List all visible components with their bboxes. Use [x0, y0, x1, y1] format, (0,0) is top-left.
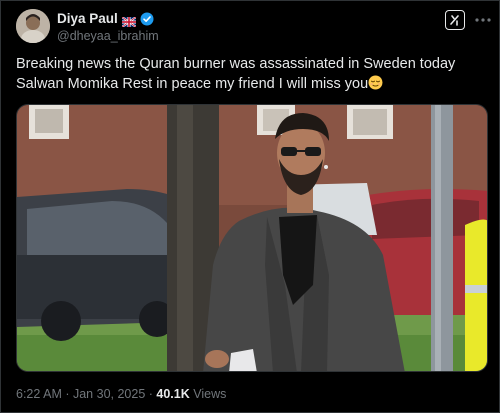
views-label: Views	[189, 387, 227, 401]
tweet-meta: 6:22 AM · Jan 30, 2025 · 40.1K Views	[16, 387, 226, 401]
more-options-button[interactable]	[474, 11, 492, 29]
tweet-card: Diya Paul @dheyaa_ibrahim Breaking news …	[0, 0, 500, 413]
uk-flag-icon	[121, 14, 137, 28]
post-time[interactable]: 6:22 AM	[16, 387, 62, 401]
post-date[interactable]: Jan 30, 2025	[73, 387, 145, 401]
verified-badge-icon	[140, 12, 154, 26]
author-row: Diya Paul	[57, 11, 154, 28]
tweet-text: Breaking news the Quran burner was assas…	[16, 54, 486, 94]
avatar[interactable]	[16, 9, 50, 43]
tweet-photo[interactable]	[16, 104, 488, 372]
grok-button[interactable]	[445, 10, 465, 30]
grok-icon	[450, 15, 459, 26]
meta-separator: ·	[61, 387, 73, 401]
more-icon	[475, 18, 491, 22]
tweet-text-line-2-container: Salwan Momika Rest in peace my friend I …	[16, 74, 486, 94]
views-count[interactable]: 40.1K	[156, 387, 189, 401]
tweet-text-line-2: Salwan Momika Rest in peace my friend I …	[16, 76, 369, 92]
author-handle[interactable]: @dheyaa_ibrahim	[57, 29, 159, 43]
display-name[interactable]: Diya Paul	[57, 11, 118, 26]
relieved-face-emoji-icon	[368, 75, 383, 90]
meta-separator: ·	[145, 387, 157, 401]
tweet-text-line-1: Breaking news the Quran burner was assas…	[16, 56, 456, 72]
